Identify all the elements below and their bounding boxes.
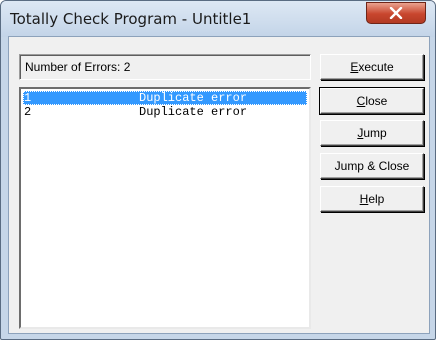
help-button[interactable]: Help (320, 186, 424, 212)
help-mnemonic: H (359, 192, 369, 206)
help-label-rest: elp (368, 192, 385, 206)
error-list-item[interactable]: 1 Duplicate error (23, 91, 307, 105)
error-count-text: Number of Errors: 2 (25, 60, 131, 74)
dialog-body: Number of Errors: 2 1 Duplicate error 2 … (8, 36, 430, 334)
error-number: 1 (24, 91, 32, 105)
window-title: Totally Check Program - Untitle1 (10, 10, 252, 28)
jump-label-rest: ump (363, 126, 387, 140)
error-message: Duplicate error (139, 105, 248, 119)
error-list-item[interactable]: 2 Duplicate error (23, 105, 307, 119)
close-label-rest: lose (365, 94, 388, 108)
jump-and-close-label: Jump & Close (334, 159, 410, 173)
jump-button[interactable]: Jump (320, 120, 424, 146)
execute-button[interactable]: Execute (320, 54, 424, 80)
close-mnemonic: C (356, 94, 366, 108)
window-close-button[interactable] (366, 2, 426, 24)
title-bar[interactable]: Totally Check Program - Untitle1 (1, 1, 435, 37)
close-button[interactable]: Close (319, 87, 425, 115)
dialog-window: Totally Check Program - Untitle1 Number … (0, 0, 436, 340)
close-icon (389, 7, 403, 19)
error-count-display: Number of Errors: 2 (19, 54, 311, 80)
error-list[interactable]: 1 Duplicate error 2 Duplicate error (19, 87, 311, 329)
execute-mnemonic: E (350, 60, 359, 74)
error-number: 2 (24, 105, 32, 119)
execute-label-rest: xecute (358, 60, 394, 74)
error-message: Duplicate error (139, 91, 248, 105)
jump-and-close-button[interactable]: Jump & Close (320, 153, 424, 179)
